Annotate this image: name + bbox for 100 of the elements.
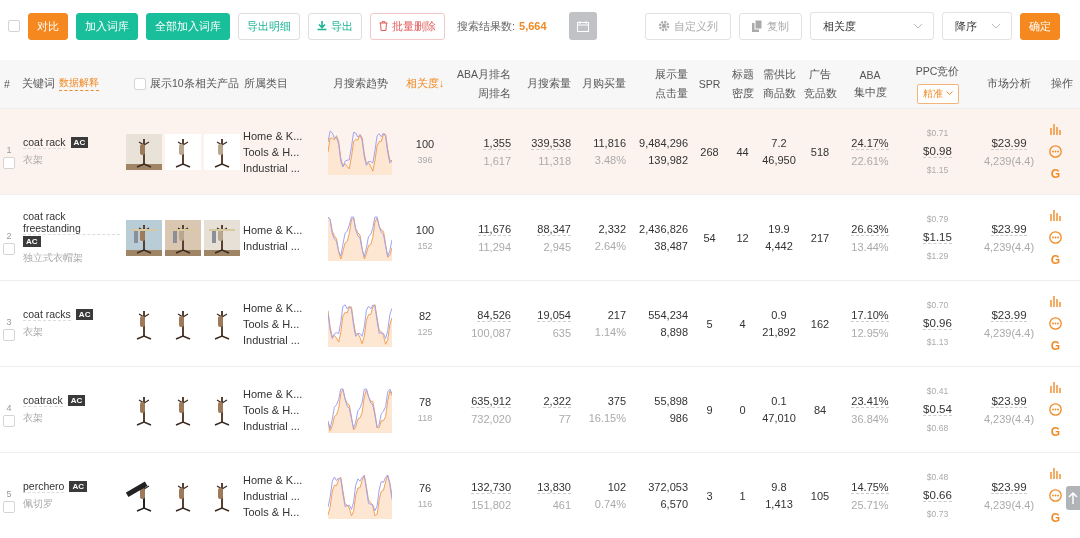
delete-button[interactable]: 批量删除 — [370, 12, 445, 40]
title-density: 12 — [736, 231, 749, 244]
market-price[interactable]: $23.99 — [991, 308, 1027, 322]
aba-concentration[interactable]: 24.17% — [851, 136, 889, 150]
table-row[interactable]: 2 coat rack freestanding AC 独立式衣帽架 Home & K... Industrial ... 100 152 11,676 11,294 88,347 2,945 2,332 2.64% 2,436,826 38,487 54 12 19.9 4,442 217 26.63% 13.44% $0.79 $1.15 $1.29 $23.99 4,239(4.4) G — [0, 195, 1080, 281]
aba-week-rank: 151,802 — [471, 498, 511, 511]
category-link[interactable]: Home & K... — [243, 473, 320, 486]
column-header: 月搜索趋势 — [332, 77, 388, 91]
category-link[interactable]: Tools & H... — [243, 403, 320, 416]
category-link[interactable]: Industrial ... — [243, 489, 320, 502]
calendar-button[interactable] — [568, 12, 597, 40]
category-link[interactable]: Home & K... — [243, 223, 320, 236]
bar-chart-icon[interactable] — [1049, 295, 1062, 307]
ppc-bid[interactable]: $0.66 — [923, 489, 952, 502]
result-label: 搜索结果数: — [457, 18, 516, 34]
row-checkbox[interactable] — [3, 500, 15, 513]
more-icon[interactable] — [1049, 488, 1062, 502]
table-row[interactable]: 4 coatrack AC 衣架 Home & K... Tools & H... Industrial ... 78 118 635,912 732,020 2,322 77 375 16.15% 55,898 986 9 0 0.1 47,010 84 23.41% 36.84% $0.41 $0.54 $0.68 $23.99 4,239(4.4) G — [0, 367, 1080, 453]
market-price[interactable]: $23.99 — [991, 394, 1027, 408]
more-icon[interactable] — [1049, 402, 1062, 416]
category-link[interactable]: Home & K... — [243, 301, 320, 314]
row-number: 5 — [6, 488, 12, 499]
ppc-low: $0.79 — [926, 214, 949, 224]
aba-month-rank[interactable]: 635,912 — [471, 394, 511, 408]
bar-chart-icon[interactable] — [1049, 123, 1062, 135]
table-row[interactable]: 5 perchero AC 佩切罗 Home & K... Industrial ... Tools & H... 76 116 132,730 151,802 13,830 461 102 0.74% 372,053 6,570 3 1 9.8 1,413 105 14.75% 25.71% $0.48 $0.66 $0.73 $23.99 4,239(4.4) G — [0, 453, 1080, 538]
category-link[interactable]: Industrial ... — [243, 333, 320, 346]
clicks: 139,982 — [648, 154, 688, 166]
monthly-search-volume[interactable]: 19,054 — [537, 308, 571, 322]
ppc-bid[interactable]: $0.54 — [923, 403, 952, 416]
aba-month-rank[interactable]: 84,526 — [477, 308, 511, 322]
table-row[interactable]: 1 coat rack AC 衣架 Home & K... Tools & H... Industrial ... 100 396 1,355 1,617 339,538 11,318 11,816 3.48% 9,484,296 139,982 268 44 7.2 46,950 518 24.17% 22.61% $0.71 $0.98 $1.15 $23.99 4,239(4.4) G — [0, 109, 1080, 195]
category-link[interactable]: Industrial ... — [243, 239, 320, 252]
bar-chart-icon[interactable] — [1049, 381, 1062, 393]
trend-sparkline — [328, 472, 392, 519]
reviews-rating: 4,239(4.4) — [983, 412, 1035, 425]
aba-month-rank[interactable]: 1,355 — [483, 136, 511, 150]
ppc-low: $0.41 — [926, 386, 949, 396]
download-icon — [317, 21, 327, 31]
product-count: 21,892 — [762, 326, 796, 338]
monthly-search-volume[interactable]: 2,322 — [543, 394, 571, 408]
ppc-high: $1.13 — [926, 337, 949, 347]
column-header: ABA — [859, 68, 881, 81]
row-checkbox[interactable] — [3, 242, 15, 255]
column-header: 操作 — [1050, 77, 1073, 91]
impressions: 372,053 — [648, 481, 688, 493]
ac-badge: AC — [75, 309, 94, 320]
table-row[interactable]: 3 coat racks AC 衣架 Home & K... Tools & H... Industrial ... 82 125 84,526 100,087 19,054 635 217 1.14% 554,234 8,898 5 4 0.9 21,892 162 17.10% 12.95% $0.70 $0.96 $1.13 $23.99 4,239(4.4) G — [0, 281, 1080, 367]
market-price[interactable]: $23.99 — [991, 136, 1027, 150]
aba-month-rank[interactable]: 132,730 — [471, 480, 511, 494]
copy-icon — [752, 20, 763, 32]
category-link[interactable]: Tools & H... — [243, 505, 320, 518]
ppc-bid[interactable]: $1.15 — [923, 231, 952, 244]
ppc-bid[interactable]: $0.98 — [923, 145, 952, 158]
category-link[interactable]: Industrial ... — [243, 419, 320, 432]
category-link[interactable]: Home & K... — [243, 129, 320, 142]
monthly-search-volume[interactable]: 88,347 — [537, 222, 571, 236]
aba-week-rank: 732,020 — [471, 412, 511, 425]
category-link[interactable]: Tools & H... — [243, 145, 320, 158]
aba-concentration[interactable]: 14.75% — [851, 480, 889, 494]
row-checkbox[interactable] — [3, 328, 15, 341]
row-number: 3 — [6, 316, 12, 327]
arrow-up-icon — [1068, 492, 1078, 504]
more-icon[interactable] — [1049, 316, 1062, 330]
scroll-top-button[interactable] — [1066, 486, 1080, 510]
aba-concentration[interactable]: 23.41% — [851, 394, 889, 408]
reviews-rating: 4,239(4.4) — [983, 498, 1035, 511]
show-products-checkbox[interactable] — [134, 78, 146, 90]
relevance-value: 82 — [418, 310, 432, 322]
market-price[interactable]: $23.99 — [991, 480, 1027, 494]
more-icon[interactable] — [1049, 230, 1062, 244]
clicks: 38,487 — [654, 240, 688, 252]
select-all-checkbox[interactable] — [8, 20, 20, 32]
category-link[interactable]: Home & K... — [243, 387, 320, 400]
bar-chart-icon[interactable] — [1049, 467, 1062, 479]
aba-concentration[interactable]: 17.10% — [851, 308, 889, 322]
keyword-translation: 独立式衣帽架 — [23, 251, 84, 265]
monthly-search-volume[interactable]: 339,538 — [531, 136, 571, 150]
row-checkbox[interactable] — [3, 414, 15, 427]
more-icon[interactable] — [1049, 144, 1062, 158]
row-checkbox[interactable] — [3, 156, 15, 169]
monthly-search-volume[interactable]: 13,830 — [537, 480, 571, 494]
keyword-link[interactable]: coat rack — [23, 136, 66, 149]
market-price[interactable]: $23.99 — [991, 222, 1027, 236]
keyword-link[interactable]: coat rack freestanding — [23, 210, 120, 235]
aba-concentration-sub: 22.61% — [851, 154, 889, 167]
aba-concentration[interactable]: 26.63% — [851, 222, 889, 236]
ppc-low: $0.48 — [926, 472, 949, 482]
category-link[interactable]: Tools & H... — [243, 317, 320, 330]
sort-field-select[interactable]: 相关度 — [810, 12, 934, 40]
category-link[interactable]: Industrial ... — [243, 161, 320, 174]
keyword-link[interactable]: perchero — [23, 480, 65, 493]
ppc-bid[interactable]: $0.96 — [923, 317, 952, 330]
bar-chart-icon[interactable] — [1049, 209, 1062, 221]
sort-order-select[interactable]: 降序 — [942, 12, 1012, 40]
keyword-link[interactable]: coatrack — [23, 394, 63, 407]
ad-products: 518 — [810, 145, 830, 158]
aba-month-rank[interactable]: 11,676 — [478, 222, 511, 236]
relevance-value: 76 — [418, 482, 432, 494]
keyword-link[interactable]: coat racks — [23, 308, 71, 321]
